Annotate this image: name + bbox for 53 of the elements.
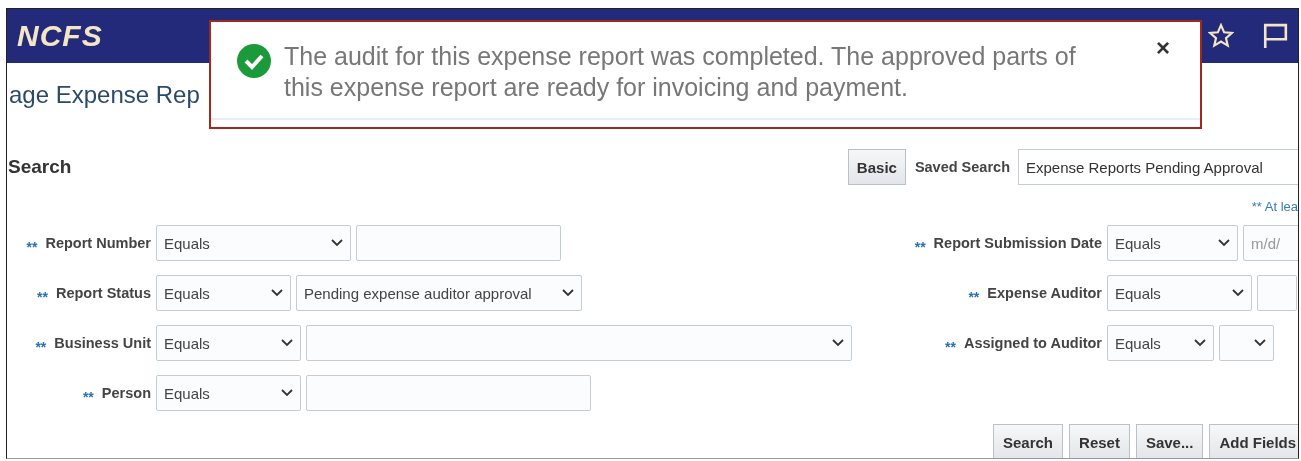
field-label: Report Submission Date [933, 235, 1102, 251]
success-check-icon [236, 43, 272, 79]
chevron-down-icon [1254, 339, 1266, 347]
required-note: ** At lea [1250, 199, 1298, 213]
field-label: Assigned to Auditor [964, 335, 1102, 351]
action-button[interactable]: Reset [1069, 424, 1130, 458]
chevron-down-icon [1218, 239, 1230, 247]
flag-icon[interactable] [1262, 23, 1288, 49]
action-button[interactable]: Search [993, 424, 1064, 458]
operator-dropdown[interactable]: Equals [1107, 225, 1238, 261]
value-dropdown[interactable]: Pending expense auditor approval [296, 275, 582, 311]
saved-search-field[interactable]: Expense Reports Pending Approval [1018, 149, 1298, 185]
operator-dropdown[interactable]: Equals [1107, 325, 1214, 361]
field-label: Expense Auditor [987, 285, 1102, 301]
basic-button[interactable]: Basic [847, 149, 906, 185]
required-mark: ** [968, 288, 980, 305]
logo: NCFS [17, 19, 103, 53]
operator-dropdown[interactable]: Equals [156, 325, 301, 361]
chevron-down-icon [562, 289, 574, 297]
section-title: Search [8, 156, 72, 178]
chevron-down-icon [1194, 339, 1206, 347]
required-mark: ** [945, 338, 956, 355]
field-label: Report Status [55, 285, 151, 301]
value-field[interactable] [306, 375, 591, 411]
page-title: age Expense Rep [9, 81, 200, 110]
value-dropdown[interactable] [306, 325, 852, 361]
star-icon[interactable] [1208, 23, 1234, 49]
field-label: Person [101, 385, 151, 401]
required-mark: ** [914, 238, 926, 255]
field-label: Business Unit [54, 335, 151, 351]
operator-dropdown[interactable]: Equals [156, 275, 291, 311]
chevron-down-icon [281, 389, 293, 397]
chevron-down-icon [331, 239, 343, 247]
operator-dropdown[interactable]: Equals [156, 225, 351, 261]
chevron-down-icon [271, 289, 283, 297]
field-label: Report Number [45, 235, 151, 251]
required-mark: ** [35, 338, 47, 355]
toast-message: The audit for this expense report was completed. The approved parts of this expense report are ready for invoicing and payment. [284, 41, 1077, 103]
action-button[interactable]: Save... [1135, 424, 1204, 458]
chevron-down-icon [832, 339, 844, 347]
value-dropdown[interactable] [1219, 325, 1274, 361]
operator-dropdown[interactable]: Equals [156, 375, 301, 411]
chevron-down-icon [1232, 289, 1244, 297]
value-field[interactable] [356, 225, 561, 261]
chevron-down-icon [281, 339, 293, 347]
value-field[interactable] [1257, 275, 1297, 311]
close-button[interactable]: × [1156, 36, 1170, 60]
field-label: Saved Search [914, 159, 1010, 175]
required-mark: ** [26, 238, 38, 255]
required-mark: ** [82, 388, 94, 405]
required-mark: ** [37, 288, 48, 305]
action-button[interactable]: Add Fields [1209, 424, 1298, 458]
operator-dropdown[interactable]: Equals [1107, 275, 1252, 311]
